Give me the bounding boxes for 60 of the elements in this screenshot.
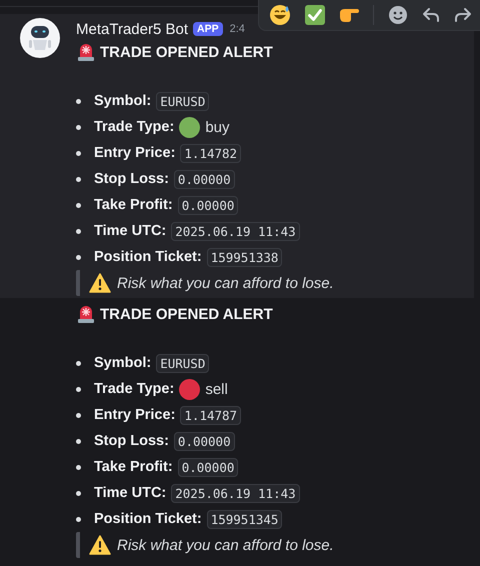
code-value: 1.14787 <box>180 406 242 424</box>
bullet <box>76 516 81 522</box>
field-label: Stop Loss: <box>94 433 169 449</box>
code-value: 2025.06.19 11:43 <box>171 222 300 240</box>
bullet <box>76 150 81 156</box>
bullet <box>76 202 81 208</box>
bullet <box>76 490 81 496</box>
field-label: Time UTC: <box>94 223 166 239</box>
field-label: Entry Price: <box>94 145 176 161</box>
alert-title: TRADE OPENED ALERT <box>100 44 273 60</box>
sweat-smile-icon[interactable] <box>269 4 291 26</box>
field-label: Stop Loss: <box>94 171 169 187</box>
warning-icon <box>89 535 111 555</box>
siren-icon <box>76 304 96 324</box>
field-label: Trade Type: <box>94 381 174 397</box>
bullet <box>76 176 81 182</box>
code-value: 0.00000 <box>178 196 238 214</box>
bullet <box>76 98 81 104</box>
field-label: Take Profit: <box>94 197 173 213</box>
reply-icon[interactable] <box>422 7 440 23</box>
app-badge: APP <box>193 22 223 36</box>
risk-note: Risk what you can afford to lose. <box>117 536 334 554</box>
code-value: EURUSD <box>156 92 210 110</box>
field-label: Position Ticket: <box>94 249 202 265</box>
code-value: EURUSD <box>156 354 210 372</box>
code-value: 159951345 <box>206 510 282 528</box>
field-label: Trade Type: <box>94 119 174 135</box>
bullet <box>76 464 81 470</box>
code-value: 2025.06.19 11:43 <box>171 484 300 502</box>
siren-icon <box>76 42 96 62</box>
bullet <box>76 360 81 366</box>
bot-name[interactable]: MetaTrader5 Bot <box>76 20 188 38</box>
bullet <box>76 228 81 234</box>
pointing-hand-icon[interactable] <box>339 7 359 23</box>
forward-icon[interactable] <box>454 7 472 23</box>
bullet <box>76 254 81 260</box>
code-value: 0.00000 <box>174 170 235 188</box>
add-reaction-icon[interactable] <box>388 5 408 25</box>
bullet <box>76 412 81 418</box>
check-icon[interactable] <box>305 5 325 25</box>
bullet <box>76 438 81 444</box>
warning-icon <box>89 273 111 293</box>
bullet <box>76 386 81 392</box>
code-value: 0.00000 <box>174 432 235 450</box>
field-label: Position Ticket: <box>94 511 202 527</box>
code-value: 0.00000 <box>178 458 238 476</box>
field-label: Time UTC: <box>94 485 166 501</box>
field-label: Symbol: <box>94 93 152 109</box>
bullet <box>76 124 81 130</box>
trade-type-value: buy <box>205 118 230 136</box>
field-label: Entry Price: <box>94 407 176 423</box>
field-label: Take Profit: <box>94 459 173 475</box>
code-value: 159951338 <box>206 248 282 266</box>
code-value: 1.14782 <box>180 144 242 162</box>
robot-avatar[interactable] <box>20 18 60 58</box>
timestamp: 2:4 <box>230 23 245 35</box>
risk-note: Risk what you can afford to lose. <box>117 274 334 292</box>
trade-type-value: sell <box>205 380 228 398</box>
alert-title: TRADE OPENED ALERT <box>100 306 273 322</box>
field-label: Symbol: <box>94 355 152 371</box>
